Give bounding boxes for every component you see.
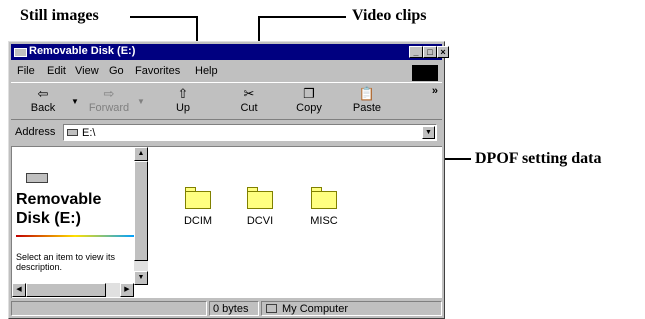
callout-still-images: Still images	[20, 7, 99, 24]
back-button[interactable]: ⇦ Back	[19, 86, 67, 114]
folder-icon	[311, 187, 337, 209]
status-bar: 0 bytes My Computer	[11, 300, 442, 317]
forward-label: Forward	[88, 102, 130, 114]
menu-favorites[interactable]: Favorites	[135, 65, 180, 77]
left-pane-vertical-scrollbar[interactable]: ▲ ▼	[134, 147, 148, 285]
address-dropdown-button[interactable]: ▼	[422, 126, 435, 139]
forward-arrow-icon: ⇨	[103, 86, 115, 101]
folder-label: MISC	[310, 215, 338, 227]
folder-label: DCVI	[246, 215, 274, 227]
drive-large-icon	[26, 173, 48, 183]
folder-misc[interactable]: MISC	[294, 187, 354, 227]
content-area: Removable Disk (E:) Select an item to vi…	[11, 146, 442, 298]
up-label: Up	[175, 102, 191, 114]
computer-icon	[266, 304, 277, 313]
explorer-window: Removable Disk (E:) _ □ × File Edit View…	[8, 41, 449, 319]
drive-icon	[14, 48, 27, 57]
folder-dcvi[interactable]: DCVI	[230, 187, 290, 227]
copy-label: Copy	[296, 102, 322, 114]
scroll-right-button[interactable]: ▶	[120, 283, 134, 297]
minimize-button[interactable]: _	[409, 46, 423, 58]
menu-help[interactable]: Help	[195, 65, 218, 77]
menu-edit[interactable]: Edit	[47, 65, 66, 77]
pane-divider	[16, 235, 134, 237]
status-zone: My Computer	[282, 303, 349, 315]
callout-video-clips: Video clips	[352, 7, 427, 24]
windows-logo-icon	[412, 65, 438, 81]
maximize-button[interactable]: □	[423, 46, 437, 58]
window-title: Removable Disk (E:)	[29, 45, 136, 57]
pane-title-line2: Disk (E:)	[16, 210, 81, 227]
scroll-up-button[interactable]: ▲	[134, 147, 148, 161]
back-label: Back	[30, 102, 56, 114]
hscroll-thumb[interactable]	[26, 283, 106, 297]
menu-bar: File Edit View Go Favorites Help	[11, 62, 442, 81]
callout-line-video-h	[258, 16, 346, 18]
up-folder-icon: ⇧	[177, 86, 189, 101]
up-button[interactable]: ⇧ Up	[159, 86, 207, 114]
forward-button[interactable]: ⇨ Forward	[85, 86, 133, 114]
cut-button[interactable]: ✂ Cut	[225, 86, 273, 114]
toolbar-more-button[interactable]: »	[432, 85, 438, 97]
paste-button[interactable]: 📋 Paste	[343, 86, 391, 114]
status-size: 0 bytes	[213, 303, 249, 315]
address-label: Address	[15, 126, 56, 138]
folder-icon	[247, 187, 273, 209]
copy-button[interactable]: ❐ Copy	[285, 86, 333, 114]
folder-dcim[interactable]: DCIM	[168, 187, 228, 227]
scroll-left-button[interactable]: ◀	[12, 283, 26, 297]
pane-hint: Select an item to view its description.	[16, 252, 116, 272]
menu-file[interactable]: File	[17, 65, 35, 77]
scroll-down-button[interactable]: ▼	[134, 271, 148, 285]
status-panel-zone: My Computer	[261, 301, 442, 316]
back-arrow-icon: ⇦	[37, 86, 49, 101]
address-bar: Address E:\ ▼	[11, 122, 442, 144]
callout-line-still-h	[130, 16, 198, 18]
left-info-pane: Removable Disk (E:) Select an item to vi…	[12, 147, 134, 297]
address-input[interactable]: E:\ ▼	[63, 124, 437, 141]
address-value: E:\	[82, 127, 96, 139]
pane-title-line1: Removable	[16, 191, 102, 208]
menu-view[interactable]: View	[75, 65, 99, 77]
callout-dpof: DPOF setting data	[475, 150, 602, 167]
back-dropdown-icon[interactable]: ▼	[71, 97, 79, 106]
scissors-icon: ✂	[243, 86, 255, 101]
toolbar: ⇦ Back ▼ ⇨ Forward ▼ ⇧ Up ✂ Cut ❐ Copy 📋…	[11, 82, 442, 120]
left-pane-horizontal-scrollbar[interactable]: ◀ ▶	[12, 283, 134, 297]
forward-dropdown-icon[interactable]: ▼	[137, 97, 145, 106]
status-panel-size: 0 bytes	[209, 301, 259, 316]
drive-icon	[67, 129, 78, 136]
paste-label: Paste	[352, 102, 382, 114]
close-button[interactable]: ×	[437, 46, 449, 58]
cut-label: Cut	[240, 102, 258, 114]
copy-icon: ❐	[303, 86, 315, 101]
status-panel-main	[11, 301, 207, 316]
folder-label: DCIM	[183, 215, 213, 227]
clipboard-icon: 📋	[358, 86, 376, 101]
folder-icon	[185, 187, 211, 209]
title-bar[interactable]: Removable Disk (E:) _ □ ×	[11, 44, 449, 60]
menu-go[interactable]: Go	[109, 65, 124, 77]
scroll-thumb[interactable]	[134, 161, 148, 261]
